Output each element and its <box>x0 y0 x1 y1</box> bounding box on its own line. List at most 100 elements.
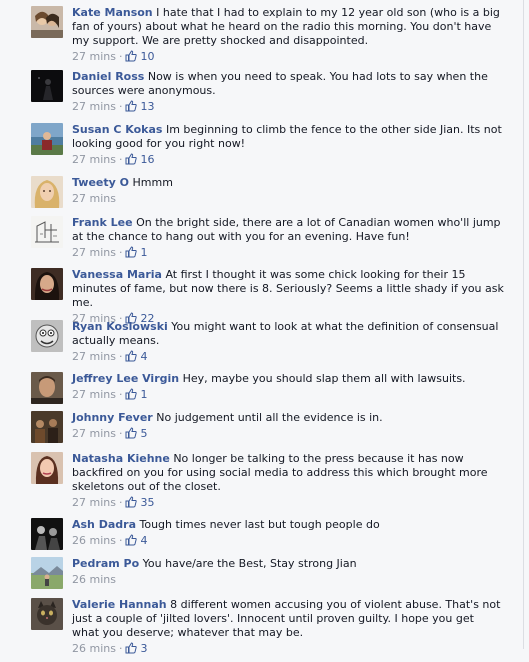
commenter-name[interactable]: Jeffrey Lee Virgin <box>72 372 179 385</box>
comment-item: Pedram Po You have/are the Best, Stay st… <box>25 551 505 591</box>
comment-meta: 27 mins · 4 <box>72 350 148 363</box>
avatar[interactable] <box>31 411 63 443</box>
thumbs-up-icon[interactable] <box>125 50 138 62</box>
timestamp[interactable]: 26 mins <box>72 573 116 586</box>
like-count[interactable]: 1 <box>140 246 147 259</box>
comment-item: Ryan Koslowski You might want to look at… <box>25 314 505 366</box>
timestamp[interactable]: 27 mins <box>72 192 116 205</box>
commenter-name[interactable]: Vanessa Maria <box>72 268 162 281</box>
thumbs-up-icon[interactable] <box>125 100 138 112</box>
comment-item: Tweety O Hmmm 27 mins <box>25 170 505 210</box>
timestamp[interactable]: 27 mins <box>72 100 116 113</box>
commenter-name[interactable]: Susan C Kokas <box>72 123 162 136</box>
lake-portrait-photo-icon <box>31 123 63 155</box>
comment-item: Johnny Fever No judgement until all the … <box>25 405 505 445</box>
couple-photo-icon <box>31 6 63 38</box>
comment-text: Hmmm <box>132 176 173 189</box>
like-count[interactable]: 1 <box>140 388 147 401</box>
landscape-photo-icon <box>31 557 63 589</box>
commenter-name[interactable]: Ryan Koslowski <box>72 320 168 333</box>
timestamp[interactable]: 27 mins <box>72 50 116 63</box>
commenter-name[interactable]: Pedram Po <box>72 557 139 570</box>
dark-hair-portrait-photo-icon <box>31 268 63 300</box>
comment-meta: 27 mins · 13 <box>72 100 155 113</box>
thumbs-up-icon[interactable] <box>125 350 138 362</box>
commenter-name[interactable]: Daniel Ross <box>72 70 144 83</box>
like-count[interactable]: 10 <box>140 50 154 63</box>
comment-item: Vanessa Maria At first I thought it was … <box>25 262 505 325</box>
timestamp[interactable]: 27 mins <box>72 153 116 166</box>
sketch-drawing-photo-icon <box>31 216 63 248</box>
timestamp[interactable]: 27 mins <box>72 246 116 259</box>
commenter-name[interactable]: Kate Manson <box>72 6 153 19</box>
comment-text: On the bright side, there are a lot of C… <box>72 216 501 243</box>
like-count[interactable]: 13 <box>140 100 154 113</box>
avatar[interactable] <box>31 452 63 484</box>
comment-item: Ash Dadra Tough times never last but tou… <box>25 512 505 552</box>
commenter-name[interactable]: Johnny Fever <box>72 411 153 424</box>
avatar[interactable] <box>31 70 63 102</box>
thumbs-up-icon[interactable] <box>125 496 138 508</box>
like-count[interactable]: 4 <box>140 534 147 547</box>
comment-text: No judgement until all the evidence is i… <box>156 411 383 424</box>
group-photo-icon <box>31 411 63 443</box>
comment-item: Susan C Kokas Im beginning to climb the … <box>25 117 505 169</box>
comment-text: You have/are the Best, Stay strong Jian <box>142 557 357 570</box>
avatar[interactable] <box>31 176 63 208</box>
commenter-name[interactable]: Ash Dadra <box>72 518 136 531</box>
timestamp[interactable]: 27 mins <box>72 427 116 440</box>
comment-meta: 27 mins · 1 <box>72 388 148 401</box>
like-count[interactable]: 35 <box>140 496 154 509</box>
comment-item: Kate Manson I hate that I had to explain… <box>25 0 505 63</box>
man-portrait-photo-icon <box>31 372 63 404</box>
comment-item: Daniel Ross Now is when you need to spea… <box>25 64 505 116</box>
comment-text: Hey, maybe you should slap them all with… <box>182 372 466 385</box>
like-count[interactable]: 4 <box>140 350 147 363</box>
avatar[interactable] <box>31 123 63 155</box>
thumbs-up-icon[interactable] <box>125 427 138 439</box>
comment-meta: 27 mins · 5 <box>72 427 148 440</box>
avatar[interactable] <box>31 557 63 589</box>
thumbs-up-icon[interactable] <box>125 153 138 165</box>
avatar[interactable] <box>31 268 63 300</box>
commenter-name[interactable]: Frank Lee <box>72 216 133 229</box>
comment-meta: 27 mins <box>72 192 504 206</box>
comment-meta: 27 mins · 16 <box>72 153 155 166</box>
thumbs-up-icon[interactable] <box>125 642 138 654</box>
comment-meta: 26 mins · 4 <box>72 534 148 547</box>
comment-item: Jeffrey Lee Virgin Hey, maybe you should… <box>25 366 505 406</box>
timestamp[interactable]: 27 mins <box>72 350 116 363</box>
comment-meta: 27 mins · 10 <box>72 50 155 63</box>
comment-meta: 26 mins <box>72 573 504 587</box>
cartoon-face-icon <box>31 320 63 352</box>
commenter-name[interactable]: Natasha Kiehne <box>72 452 170 465</box>
commenter-name[interactable]: Tweety O <box>72 176 129 189</box>
cat-photo-icon <box>31 598 63 630</box>
thumbs-up-icon[interactable] <box>125 246 138 258</box>
timestamp[interactable]: 27 mins <box>72 496 116 509</box>
avatar[interactable] <box>31 216 63 248</box>
thumbs-up-icon[interactable] <box>125 388 138 400</box>
comment-meta: 26 mins · 3 <box>72 642 148 655</box>
bw-photo-icon <box>31 518 63 550</box>
timestamp[interactable]: 27 mins <box>72 388 116 401</box>
avatar[interactable] <box>31 598 63 630</box>
comment-item: Valerie Hannah 8 different women accusin… <box>25 592 505 662</box>
comment-meta: 27 mins · 35 <box>72 496 155 509</box>
woman-portrait-photo-icon <box>31 452 63 484</box>
comment-item: Natasha Kiehne No longer be talking to t… <box>25 446 505 512</box>
timestamp[interactable]: 26 mins <box>72 534 116 547</box>
avatar[interactable] <box>31 6 63 38</box>
scroll-divider <box>523 0 524 649</box>
like-count[interactable]: 16 <box>140 153 154 166</box>
comment-meta: 27 mins · 1 <box>72 246 148 259</box>
commenter-name[interactable]: Valerie Hannah <box>72 598 167 611</box>
avatar[interactable] <box>31 518 63 550</box>
avatar[interactable] <box>31 320 63 352</box>
like-count[interactable]: 5 <box>140 427 147 440</box>
dark-figure-photo-icon <box>31 70 63 102</box>
avatar[interactable] <box>31 372 63 404</box>
thumbs-up-icon[interactable] <box>125 534 138 546</box>
comment-text: Tough times never last but tough people … <box>139 518 380 531</box>
comment-thread: Kate Manson I hate that I had to explain… <box>25 0 523 655</box>
